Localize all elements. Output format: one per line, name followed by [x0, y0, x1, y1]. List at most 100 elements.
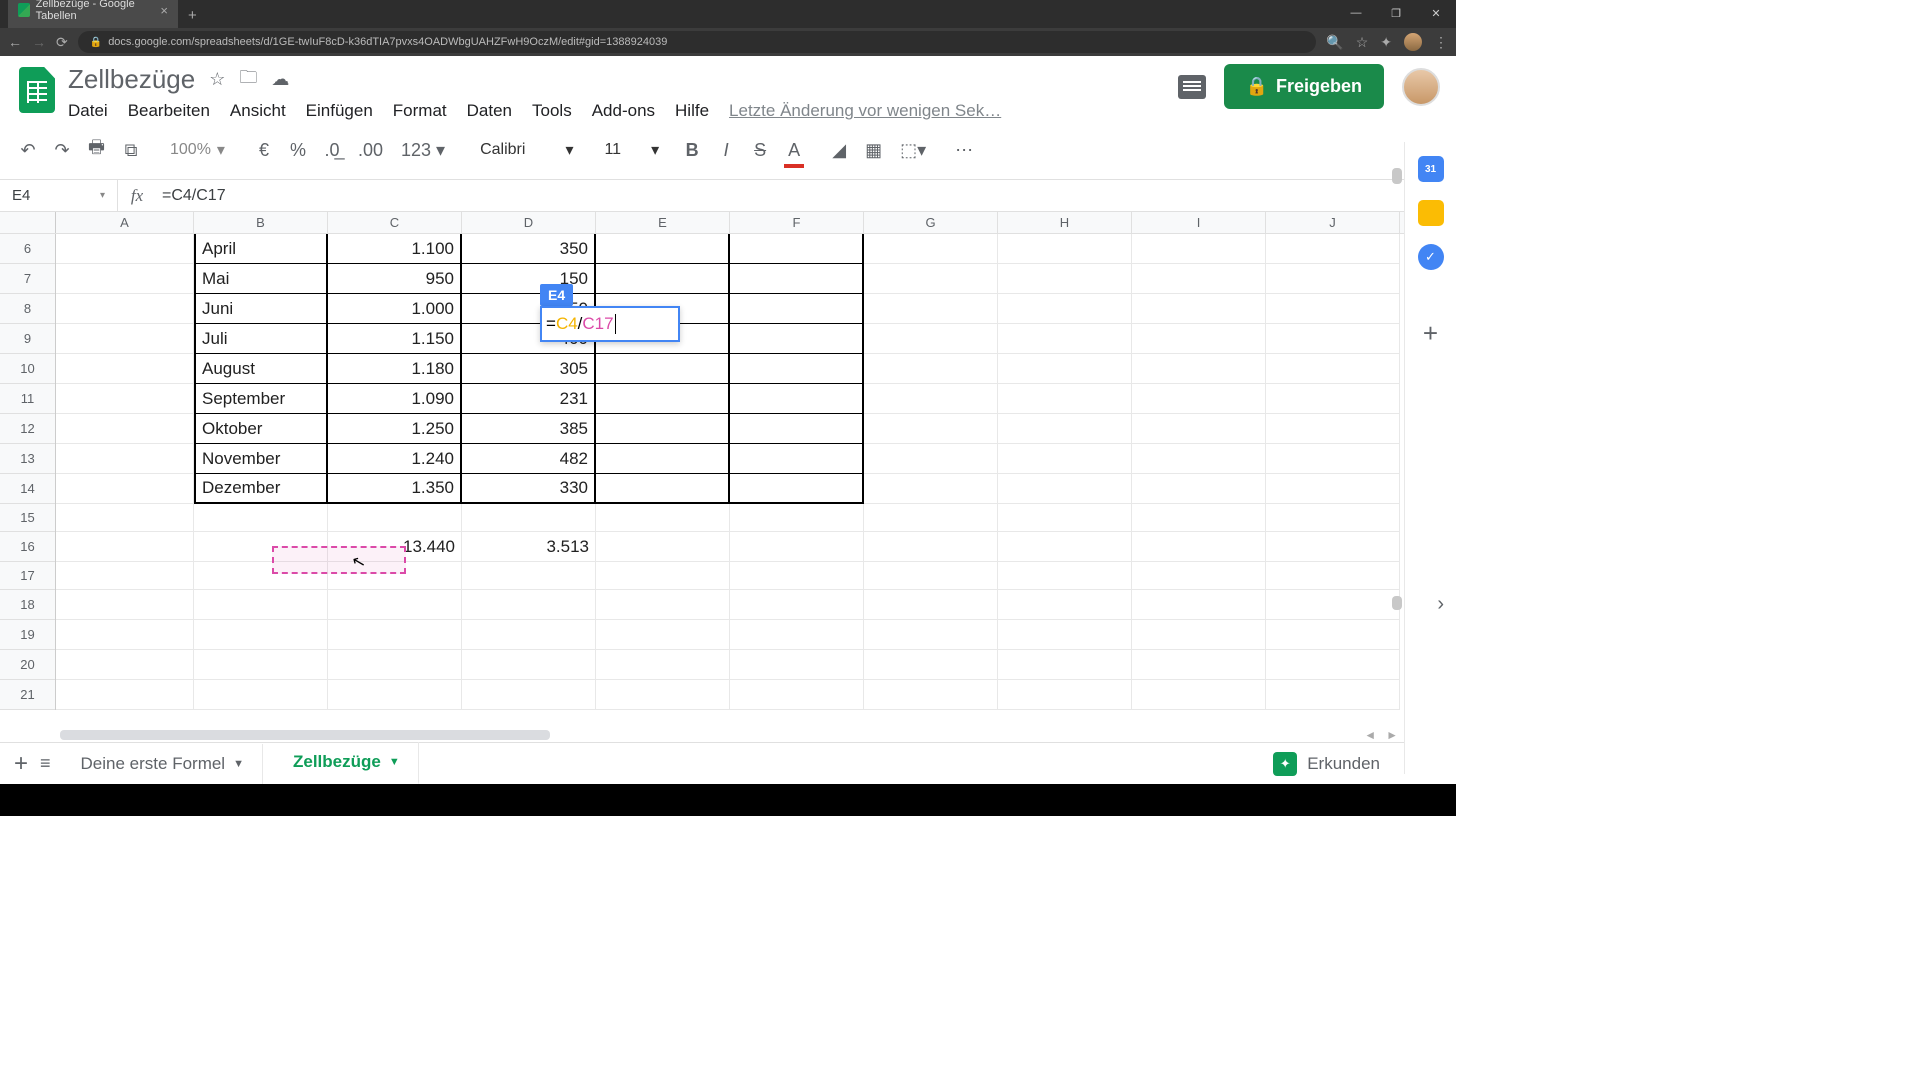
cell[interactable]: [462, 504, 596, 532]
num-format-button[interactable]: 123 ▾: [397, 136, 449, 165]
col-header[interactable]: H: [998, 212, 1132, 233]
back-icon[interactable]: ←: [8, 34, 22, 50]
cell[interactable]: [56, 474, 194, 504]
cell[interactable]: [1266, 562, 1400, 590]
cell[interactable]: [1132, 324, 1266, 354]
cell[interactable]: [194, 650, 328, 680]
cell[interactable]: [864, 414, 998, 444]
cell[interactable]: [730, 650, 864, 680]
row-header[interactable]: 14: [0, 474, 55, 504]
cell[interactable]: [730, 532, 864, 562]
cell[interactable]: [1132, 444, 1266, 474]
cell[interactable]: [1266, 414, 1400, 444]
new-tab-button[interactable]: +: [178, 3, 207, 28]
text-color-button[interactable]: A: [782, 136, 806, 165]
cell[interactable]: September: [194, 384, 328, 414]
cell[interactable]: [998, 324, 1132, 354]
cell[interactable]: [998, 264, 1132, 294]
cell[interactable]: 3.513: [462, 532, 596, 562]
side-panel-toggle-icon[interactable]: ›: [1437, 593, 1444, 616]
menu-help[interactable]: Hilfe: [675, 101, 709, 121]
cell[interactable]: 1.090: [328, 384, 462, 414]
cell[interactable]: [56, 444, 194, 474]
move-icon[interactable]: 🗀: [239, 65, 257, 95]
cell[interactable]: [1266, 324, 1400, 354]
comments-icon[interactable]: [1178, 75, 1206, 99]
cell[interactable]: [56, 414, 194, 444]
col-header[interactable]: B: [194, 212, 328, 233]
row-header[interactable]: 10: [0, 354, 55, 384]
cell[interactable]: [56, 504, 194, 532]
cell[interactable]: [462, 562, 596, 590]
col-header[interactable]: E: [596, 212, 730, 233]
col-header[interactable]: G: [864, 212, 998, 233]
cell[interactable]: Juli: [194, 324, 328, 354]
cell[interactable]: [1132, 414, 1266, 444]
zoom-select[interactable]: 100% ▾: [164, 140, 231, 160]
cell[interactable]: [1266, 504, 1400, 532]
cell[interactable]: 1.240: [328, 444, 462, 474]
cell[interactable]: 1.350: [328, 474, 462, 504]
cell[interactable]: [998, 384, 1132, 414]
cell[interactable]: [1266, 590, 1400, 620]
cell[interactable]: [194, 680, 328, 710]
cell[interactable]: [194, 620, 328, 650]
cell[interactable]: [328, 680, 462, 710]
cell[interactable]: [328, 650, 462, 680]
cell[interactable]: [1266, 532, 1400, 562]
cell[interactable]: [730, 354, 864, 384]
cell[interactable]: 482: [462, 444, 596, 474]
cell[interactable]: 231: [462, 384, 596, 414]
cell[interactable]: [328, 504, 462, 532]
menu-view[interactable]: Ansicht: [230, 101, 286, 121]
col-header[interactable]: C: [328, 212, 462, 233]
cell[interactable]: [596, 532, 730, 562]
address-bar[interactable]: 🔒 docs.google.com/spreadsheets/d/1GE-twI…: [78, 31, 1317, 53]
cell[interactable]: November: [194, 444, 328, 474]
cell[interactable]: [864, 474, 998, 504]
cell[interactable]: 350: [462, 234, 596, 264]
cell[interactable]: August: [194, 354, 328, 384]
cell[interactable]: [730, 324, 864, 354]
zoom-icon[interactable]: 🔍: [1326, 34, 1343, 51]
menu-data[interactable]: Daten: [467, 101, 512, 121]
row-header[interactable]: 8: [0, 294, 55, 324]
keep-icon[interactable]: [1418, 200, 1444, 226]
sheet-tab-active[interactable]: Zellbezüge▼: [275, 742, 419, 785]
cell[interactable]: Oktober: [194, 414, 328, 444]
cloud-icon[interactable]: ☁: [271, 69, 289, 90]
cell[interactable]: [56, 650, 194, 680]
cell[interactable]: [998, 562, 1132, 590]
cell[interactable]: [864, 562, 998, 590]
row-header[interactable]: 6: [0, 234, 55, 264]
font-size-select[interactable]: 11 ▾: [604, 140, 659, 160]
add-sheet-button[interactable]: +: [14, 750, 28, 778]
cell[interactable]: [864, 264, 998, 294]
cell[interactable]: [998, 680, 1132, 710]
browser-tab[interactable]: Zellbezüge - Google Tabellen ×: [8, 0, 178, 28]
row-header[interactable]: 7: [0, 264, 55, 294]
cell[interactable]: [998, 414, 1132, 444]
cell[interactable]: [1132, 532, 1266, 562]
cell[interactable]: April: [194, 234, 328, 264]
forward-icon[interactable]: →: [32, 34, 46, 50]
row-header[interactable]: 9: [0, 324, 55, 354]
user-avatar[interactable]: [1402, 68, 1440, 106]
cell[interactable]: [596, 590, 730, 620]
cell[interactable]: [998, 504, 1132, 532]
cell[interactable]: [1132, 680, 1266, 710]
cell[interactable]: [1132, 474, 1266, 504]
cell[interactable]: [998, 590, 1132, 620]
bookmark-icon[interactable]: ☆: [1356, 34, 1369, 51]
col-header[interactable]: A: [56, 212, 194, 233]
explore-button[interactable]: Erkunden: [1273, 752, 1390, 776]
formula-input[interactable]: =C4/C17: [156, 187, 1456, 205]
cell[interactable]: [864, 324, 998, 354]
cell[interactable]: [730, 504, 864, 532]
cell[interactable]: 1.000: [328, 294, 462, 324]
chevron-down-icon[interactable]: ▼: [233, 758, 244, 770]
sheet-prev-icon[interactable]: ◄: [1364, 728, 1376, 742]
cell[interactable]: [328, 620, 462, 650]
row-header[interactable]: 17: [0, 562, 55, 590]
dec-less-button[interactable]: .0̲: [320, 136, 344, 165]
